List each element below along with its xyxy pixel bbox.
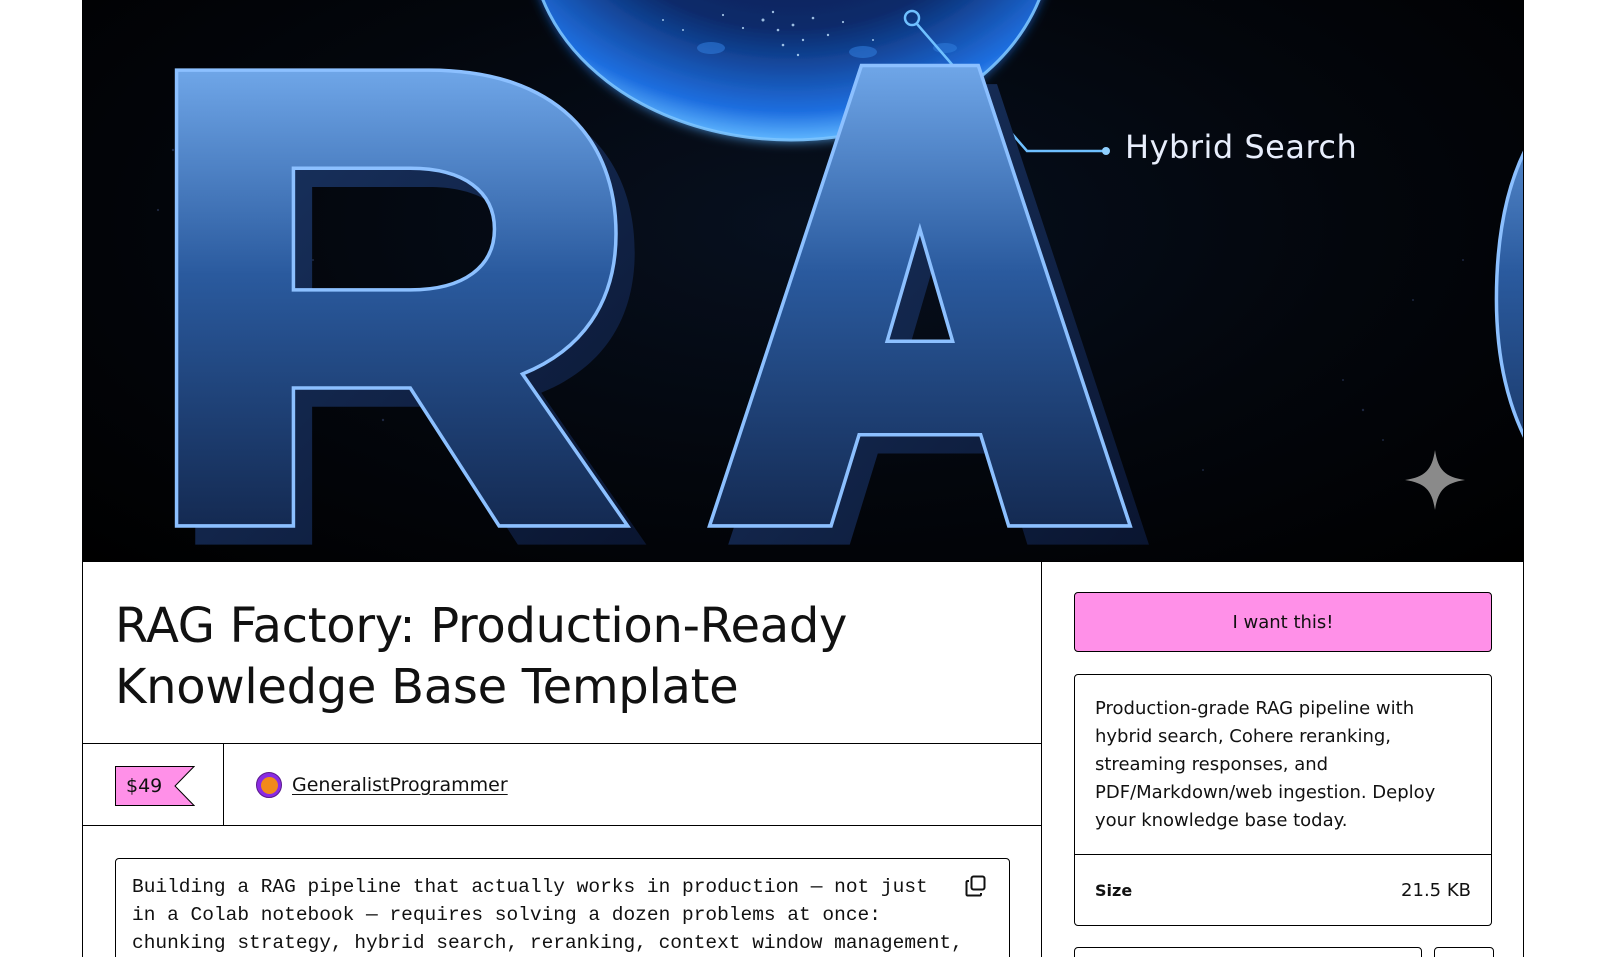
- copy-icon[interactable]: [965, 875, 987, 897]
- page-frame: Hybrid Search RAG Factory: Production-Re…: [82, 0, 1524, 957]
- product-main-column: RAG Factory: Production-Ready Knowledge …: [83, 562, 1042, 957]
- i-want-this-button[interactable]: I want this!: [1074, 592, 1492, 652]
- author[interactable]: GeneralistProgrammer: [256, 770, 508, 800]
- title-block: RAG Factory: Production-Ready Knowledge …: [83, 562, 1041, 744]
- purchase-sidebar: I want this! Production-grade RAG pipeli…: [1042, 562, 1523, 957]
- product-meta-row: $49 GeneralistProgrammer: [83, 744, 1041, 826]
- attribute-row-size: Size 21.5 KB: [1075, 855, 1491, 925]
- rag-3d-wordmark-g: [1494, 150, 1523, 438]
- description-line: Building a RAG pipeline that actually wo…: [132, 876, 928, 898]
- attribute-label: Size: [1095, 880, 1133, 900]
- author-link[interactable]: GeneralistProgrammer: [292, 774, 508, 796]
- avatar-face: [261, 777, 278, 794]
- secondary-icon-button[interactable]: [1434, 947, 1494, 957]
- product-content: RAG Factory: Production-Ready Knowledge …: [83, 561, 1523, 957]
- secondary-action-box[interactable]: [1074, 947, 1422, 957]
- description-line: in a Colab notebook — requires solving a…: [132, 904, 881, 926]
- product-summary-box: Production-grade RAG pipeline with hybri…: [1074, 674, 1492, 926]
- product-title-line-1: RAG Factory: Production-Ready: [115, 598, 848, 654]
- price-cell: $49: [83, 744, 224, 825]
- product-title: RAG Factory: Production-Ready Knowledge …: [115, 596, 1009, 718]
- description-line: chunking strategy, hybrid search, rerank…: [132, 932, 963, 954]
- product-summary-text: Production-grade RAG pipeline with hybri…: [1075, 675, 1491, 855]
- product-cover-image: Hybrid Search: [83, 0, 1523, 561]
- avatar[interactable]: [256, 772, 282, 798]
- product-title-line-2: Knowledge Base Template: [115, 659, 739, 715]
- description-code-block: Building a RAG pipeline that actually wo…: [115, 858, 1010, 957]
- price-value: $49: [126, 775, 163, 797]
- attribute-value: 21.5 KB: [1401, 879, 1471, 901]
